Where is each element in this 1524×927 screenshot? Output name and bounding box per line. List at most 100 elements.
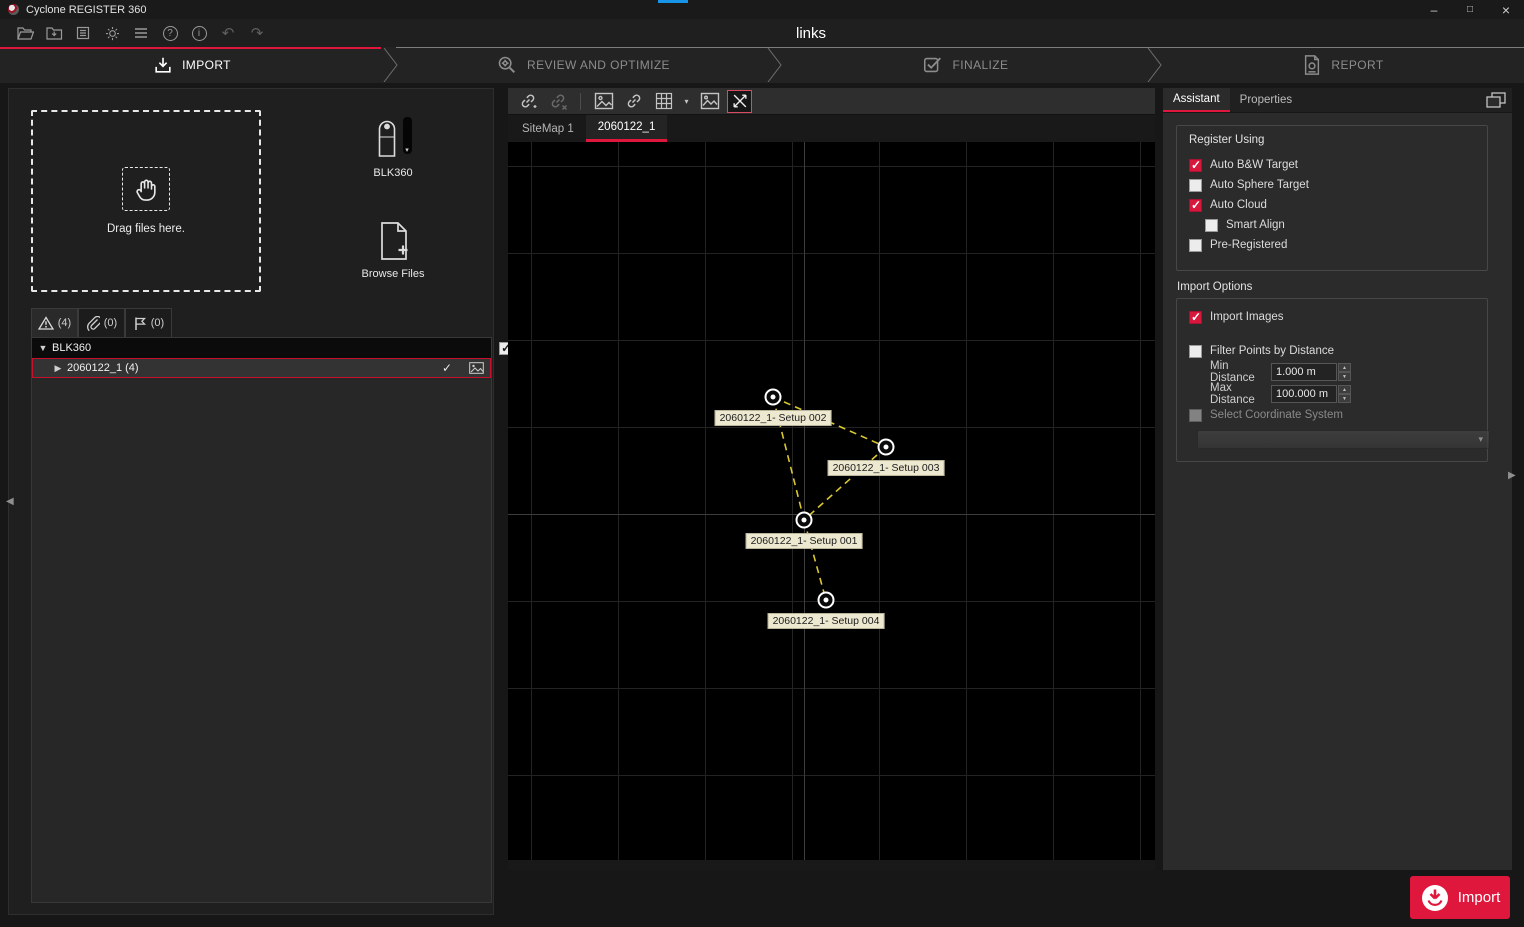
min-distance-input[interactable] <box>1271 363 1337 381</box>
setup-node[interactable] <box>878 439 895 456</box>
workflow-step-review[interactable]: REVIEW AND OPTIMIZE <box>398 47 768 83</box>
spinner-up-icon[interactable] <box>1338 385 1351 394</box>
scan-preview-icon[interactable] <box>591 90 616 113</box>
max-distance-input[interactable] <box>1271 385 1337 403</box>
tab-sitemap-1[interactable]: SiteMap 1 <box>510 115 586 142</box>
workflow-step-finalize[interactable]: FINALIZE <box>782 47 1148 83</box>
workflow-step-label: REPORT <box>1331 58 1383 72</box>
window-title: Cyclone REGISTER 360 <box>26 4 146 16</box>
minimize-button[interactable] <box>1416 0 1452 19</box>
blk360-device-button[interactable]: BLK360 <box>337 117 449 179</box>
help-icon[interactable]: ? <box>157 21 183 45</box>
spinner-down-icon[interactable] <box>1338 394 1351 403</box>
setup-node[interactable] <box>765 389 782 406</box>
option-label: Auto Cloud <box>1210 199 1267 211</box>
option-smart-align[interactable]: Smart Align <box>1189 215 1475 235</box>
workflow-step-report[interactable]: REPORT <box>1162 47 1524 83</box>
create-link-icon[interactable] <box>515 90 540 113</box>
workflow-step-label: FINALIZE <box>953 58 1009 72</box>
blk360-scanner-icon <box>375 117 399 157</box>
pre-registered-checkbox <box>1189 239 1202 252</box>
import-images-checkbox <box>1189 311 1202 324</box>
toolbar-separator <box>580 93 581 110</box>
option-auto-bw-target[interactable]: Auto B&W Target <box>1189 155 1475 175</box>
setup-dot-icon <box>824 598 829 603</box>
assistant-tab-strip: Assistant Properties <box>1163 88 1512 113</box>
tab-properties[interactable]: Properties <box>1230 88 1302 112</box>
warning-icon <box>38 316 54 330</box>
expand-arrow-icon[interactable]: ▶ <box>53 363 63 374</box>
chevron-separator-icon <box>383 48 398 82</box>
workflow-step-import[interactable]: IMPORT <box>0 47 384 83</box>
file-dropzone[interactable]: Drag files here. <box>31 110 261 292</box>
option-auto-sphere-target[interactable]: Auto Sphere Target <box>1189 175 1475 195</box>
delete-link-icon[interactable] <box>545 90 570 113</box>
annotations-tab[interactable]: (0) <box>125 308 172 337</box>
spinner-down-icon[interactable] <box>1338 372 1351 381</box>
storage-list-icon[interactable] <box>128 21 154 45</box>
titlebar: Cyclone REGISTER 360 <box>0 0 1524 19</box>
sitemap-canvas[interactable]: 2060122_1- Setup 002 2060122_1- Setup 003… <box>508 142 1155 860</box>
close-button[interactable] <box>1488 0 1524 19</box>
setup-label[interactable]: 2060122_1- Setup 001 <box>746 533 863 549</box>
setup-node[interactable] <box>818 592 835 609</box>
option-coordinate-system[interactable]: Select Coordinate System <box>1189 405 1475 425</box>
drag-hand-icon <box>122 167 170 211</box>
info-glyph: i <box>192 26 207 41</box>
min-distance-spinner <box>1338 363 1351 381</box>
import-button[interactable]: Import <box>1410 876 1510 919</box>
import-panel: Drag files here. BLK360 Browse Files (4)… <box>8 88 494 915</box>
redo-glyph: ↷ <box>251 26 264 41</box>
help-glyph: ? <box>163 26 178 41</box>
import-project-icon[interactable] <box>41 21 67 45</box>
setup-label[interactable]: 2060122_1- Setup 003 <box>828 460 945 476</box>
tab-assistant[interactable]: Assistant <box>1163 88 1230 112</box>
settings-gear-icon[interactable] <box>99 21 125 45</box>
finalize-step-icon <box>922 54 944 76</box>
setup-label[interactable]: 2060122_1- Setup 004 <box>768 613 885 629</box>
browse-files-button[interactable]: Browse Files <box>337 221 449 280</box>
open-project-icon[interactable] <box>12 21 38 45</box>
app-logo-icon[interactable] <box>8 4 19 15</box>
collapse-left-panel-arrow[interactable] <box>6 496 14 507</box>
windows-layout-icon <box>1486 92 1506 108</box>
spinner-up-icon[interactable] <box>1338 363 1351 372</box>
attachments-tab[interactable]: (0) <box>78 308 125 337</box>
scan-list-tabs: (4) (0) (0) <box>31 308 172 337</box>
redo-icon[interactable]: ↷ <box>244 21 270 45</box>
external-window-sliver <box>658 0 688 3</box>
coordinate-system-dropdown[interactable] <box>1197 430 1490 449</box>
maximize-button[interactable] <box>1452 0 1488 19</box>
show-links-icon[interactable] <box>621 90 646 113</box>
blk360-dropdown-handle[interactable] <box>403 117 412 154</box>
warnings-tab[interactable]: (4) <box>31 308 78 337</box>
about-icon[interactable]: i <box>186 21 212 45</box>
max-distance-spinner <box>1338 385 1351 403</box>
undo-icon[interactable]: ↶ <box>215 21 241 45</box>
tree-row-scan-group[interactable]: ▶ 2060122_1 (4) ✓ <box>32 358 491 378</box>
option-pre-registered[interactable]: Pre-Registered <box>1189 235 1475 255</box>
collapse-right-panel-arrow[interactable] <box>1508 470 1516 481</box>
dropzone-label: Drag files here. <box>107 223 185 235</box>
grid-settings-icon[interactable] <box>651 90 676 113</box>
chevron-separator-icon <box>767 48 782 82</box>
assistant-panel: Assistant Properties Register Using Auto… <box>1163 88 1512 870</box>
annotations-count: (0) <box>151 317 164 329</box>
collapse-arrow-icon[interactable]: ▼ <box>38 343 48 353</box>
scan-image-icon[interactable] <box>469 362 484 374</box>
option-import-images[interactable]: Import Images <box>1189 307 1475 327</box>
tree-row-device[interactable]: ▼ BLK360 <box>32 338 491 358</box>
setup-node[interactable] <box>796 512 813 529</box>
grid-settings-caret-icon[interactable] <box>681 90 692 113</box>
import-options-title: Import Options <box>1177 281 1252 293</box>
option-filter-points[interactable]: Filter Points by Distance <box>1189 341 1475 361</box>
manage-projects-icon[interactable] <box>70 21 96 45</box>
register-using-title: Register Using <box>1189 134 1475 146</box>
tab-scan-group[interactable]: 2060122_1 <box>586 115 668 142</box>
detach-panel-button[interactable] <box>1480 88 1512 112</box>
option-auto-cloud[interactable]: Auto Cloud <box>1189 195 1475 215</box>
panoramic-image-icon[interactable] <box>697 90 722 113</box>
import-step-icon <box>153 55 173 75</box>
setup-label[interactable]: 2060122_1- Setup 002 <box>715 410 832 426</box>
visual-alignment-icon[interactable] <box>727 90 752 113</box>
